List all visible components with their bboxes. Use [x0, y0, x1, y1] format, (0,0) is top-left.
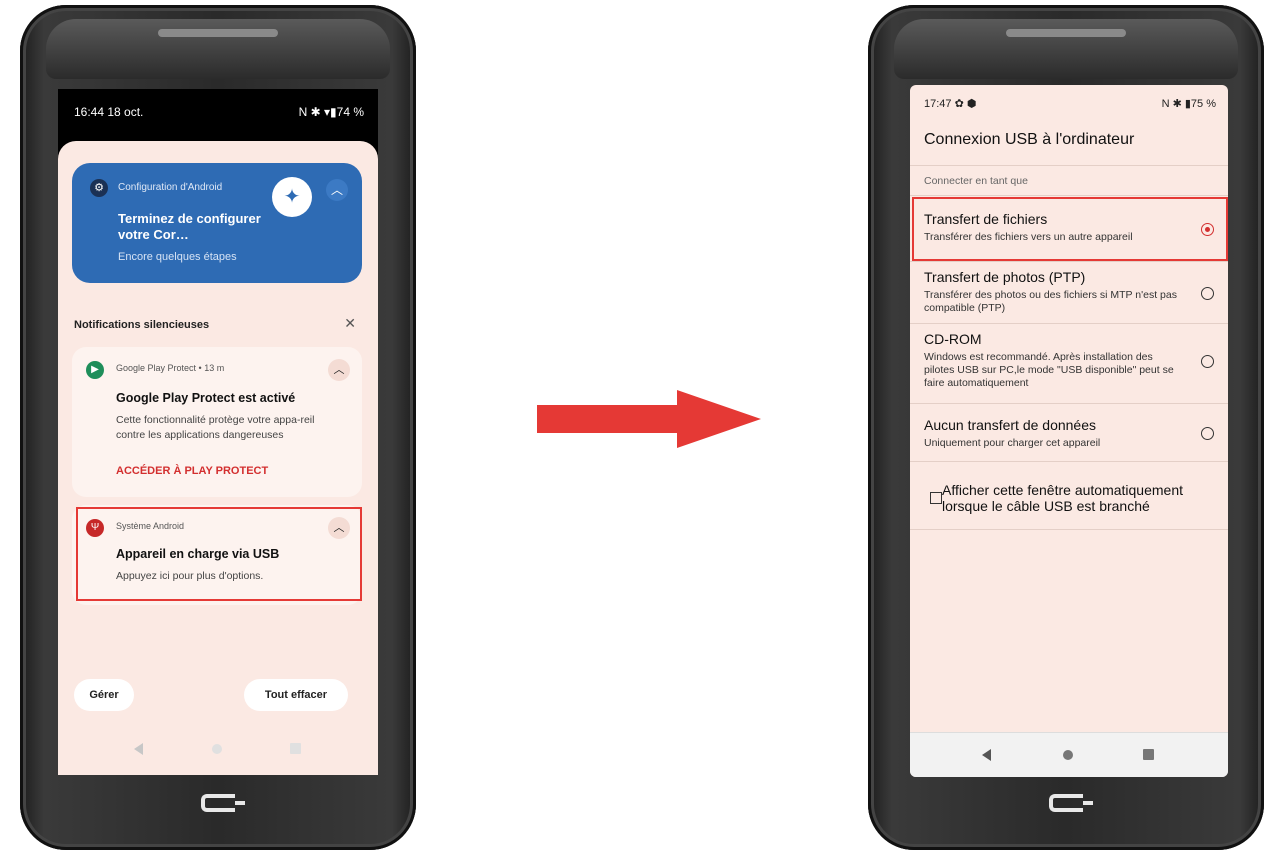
page-title: Connexion USB à l'ordinateur [924, 131, 1135, 148]
option-description: Transférer des photos ou des fichiers si… [924, 289, 1177, 314]
speaker-grille [1006, 29, 1126, 37]
manage-button[interactable]: Gérer [74, 679, 134, 711]
option-photo-transfer[interactable]: Transfert de photos (PTP) Transférer des… [910, 261, 1228, 323]
option-title: Aucun transfert de données [924, 417, 1097, 433]
notification-title: Google Play Protect est activé [116, 391, 296, 405]
phone-top-bezel [894, 19, 1238, 79]
setup-subtitle: Encore quelques étapes [118, 251, 237, 263]
setup-title: Terminez de configurer votre Cor… [118, 211, 261, 242]
divider [910, 165, 1228, 166]
file-transfer-highlight [912, 197, 1228, 261]
navigation-bar [910, 732, 1228, 777]
notification-app-name: Google Play Protect • 13 m [116, 363, 225, 373]
notification-shade-screen: 16:44 18 oct. N ✱ ▾▮74 % ⚙ Configuration… [58, 89, 378, 775]
status-bar: 17:47 ✿ ⬢ N ✱ ▮75 % [910, 85, 1228, 115]
brand-logo [1049, 794, 1093, 812]
play-protect-notification[interactable]: ▶ Google Play Protect • 13 m ︿ Google Pl… [72, 347, 362, 497]
option-cdrom[interactable]: CD-ROM Windows est recommandé. Après ins… [910, 323, 1228, 403]
home-icon[interactable] [212, 744, 222, 754]
brand-logo [201, 794, 245, 812]
back-icon[interactable] [982, 749, 991, 761]
right-phone: 17:47 ✿ ⬢ N ✱ ▮75 % Connexion USB à l'or… [868, 5, 1264, 850]
close-icon[interactable]: ✕ [344, 315, 356, 332]
section-label: Connecter en tant que [924, 175, 1028, 187]
status-time: 16:44 18 oct. [74, 105, 144, 119]
option-description: Windows est recommandé. Après installati… [924, 351, 1174, 389]
recents-icon[interactable] [1143, 749, 1154, 760]
option-title: Transfert de photos (PTP) [924, 269, 1086, 285]
navigation-bar [58, 725, 378, 775]
setup-app-name: Configuration d'Android [118, 182, 223, 193]
status-time: 17:47 ✿ ⬢ [924, 98, 977, 110]
notification-body: Cette fonctionnalité protège votre appa-… [116, 414, 315, 441]
status-icons: N ✱ ▾▮74 % [298, 105, 364, 119]
gear-icon: ⚙ [90, 179, 108, 197]
usb-notification-highlight [76, 507, 362, 601]
divider [910, 461, 1228, 462]
speaker-grille [158, 29, 278, 37]
back-icon[interactable] [134, 743, 143, 755]
phone-top-bezel [46, 19, 390, 79]
radio-unselected[interactable] [1201, 287, 1214, 300]
silent-notifications-header: Notifications silencieuses [74, 319, 210, 331]
open-play-protect-button[interactable]: ACCÉDER À PLAY PROTECT [116, 465, 268, 477]
radio-unselected[interactable] [1201, 427, 1214, 440]
recents-icon[interactable] [290, 743, 301, 754]
left-phone: 16:44 18 oct. N ✱ ▾▮74 % ⚙ Configuration… [20, 5, 416, 850]
chevron-up-icon[interactable]: ︿ [326, 179, 348, 201]
home-icon[interactable] [1063, 750, 1073, 760]
divider [910, 529, 1228, 530]
play-protect-icon: ▶ [86, 361, 104, 379]
option-description: Uniquement pour charger cet appareil [924, 437, 1101, 449]
clear-all-button[interactable]: Tout effacer [244, 679, 348, 711]
notification-panel: ⚙ Configuration d'Android ✦ ︿ Terminez d… [58, 141, 378, 775]
divider [910, 195, 1228, 196]
usb-connection-screen: 17:47 ✿ ⬢ N ✱ ▮75 % Connexion USB à l'or… [910, 85, 1228, 777]
chevron-up-icon[interactable]: ︿ [328, 359, 350, 381]
auto-show-checkbox[interactable] [930, 492, 942, 504]
right-arrow-icon [537, 390, 761, 448]
magic-wand-icon: ✦ [272, 177, 312, 217]
option-no-transfer[interactable]: Aucun transfert de données Uniquement po… [910, 403, 1228, 461]
radio-unselected[interactable] [1201, 355, 1214, 368]
status-icons: N ✱ ▮75 % [1161, 98, 1216, 110]
setup-notification-card[interactable]: ⚙ Configuration d'Android ✦ ︿ Terminez d… [72, 163, 362, 283]
status-bar: 16:44 18 oct. N ✱ ▾▮74 % [58, 89, 378, 129]
auto-show-checkbox-label[interactable]: Afficher cette fenêtre automatiquement l… [942, 482, 1228, 514]
option-title: CD-ROM [924, 331, 982, 347]
